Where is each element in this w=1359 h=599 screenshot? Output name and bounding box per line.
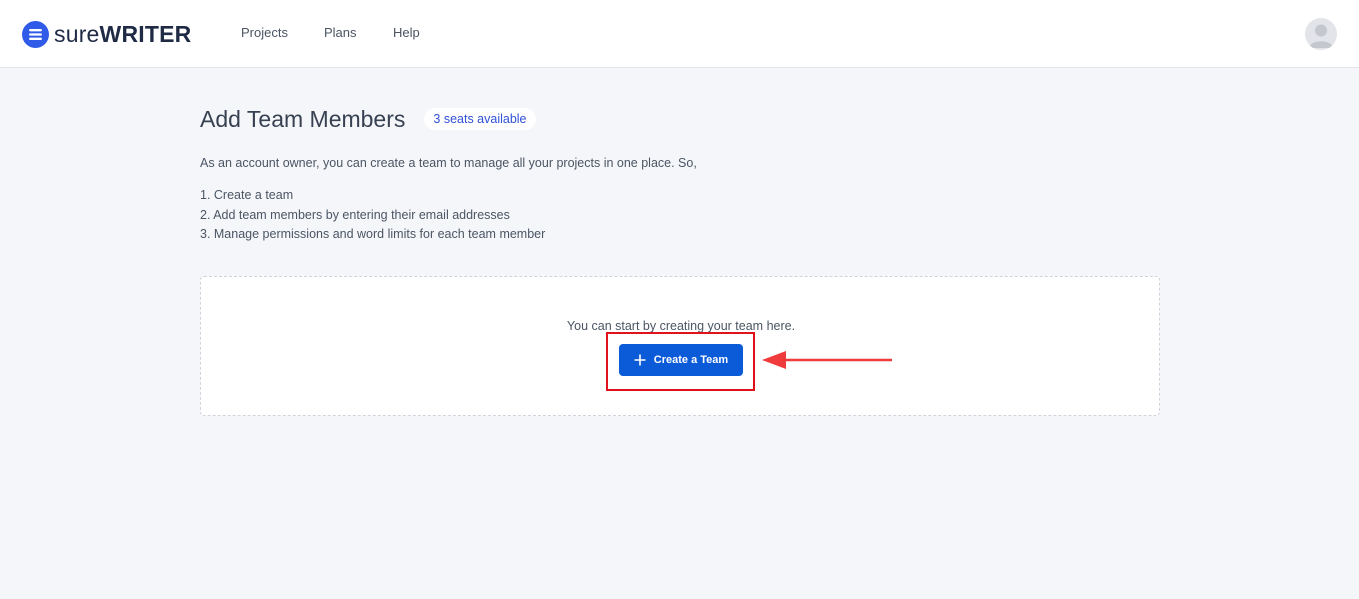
user-avatar[interactable] [1305, 18, 1337, 50]
create-team-button-label: Create a Team [653, 354, 729, 366]
user-avatar-icon [1309, 24, 1333, 48]
page-title: Add Team Members [200, 106, 406, 132]
logo-wordmark: sureWRITER [54, 20, 191, 48]
logo-text-writer: WRITER [99, 21, 192, 47]
step-item: 2. Add team members by entering their em… [200, 207, 510, 222]
nav-help[interactable]: Help [393, 24, 420, 42]
seats-badge: 3 seats available [424, 108, 536, 130]
create-team-panel: You can start by creating your team here… [200, 276, 1160, 416]
surewriter-logo[interactable]: sureWRITER [22, 20, 191, 48]
logo-text-sure: sure [54, 21, 100, 47]
intro-text: As an account owner, you can create a te… [200, 156, 697, 170]
create-team-button[interactable]: Create a Team [619, 344, 743, 376]
create-team-hint: You can start by creating your team here… [566, 319, 796, 333]
nav-plans[interactable]: Plans [324, 24, 357, 42]
step-item: 1. Create a team [200, 188, 294, 202]
surewriter-logo-icon [22, 20, 49, 48]
step-item: 3. Manage permissions and word limits fo… [200, 227, 546, 241]
plus-icon [634, 354, 646, 366]
annotation-arrow-icon [762, 351, 892, 369]
nav-projects[interactable]: Projects [241, 24, 288, 42]
top-navbar: sureWRITER Projects Plans Help [0, 0, 1359, 68]
title-row: Add Team Members 3 seats available [200, 105, 536, 133]
steps-list: 1. Create a team 2. Add team members by … [200, 186, 545, 245]
